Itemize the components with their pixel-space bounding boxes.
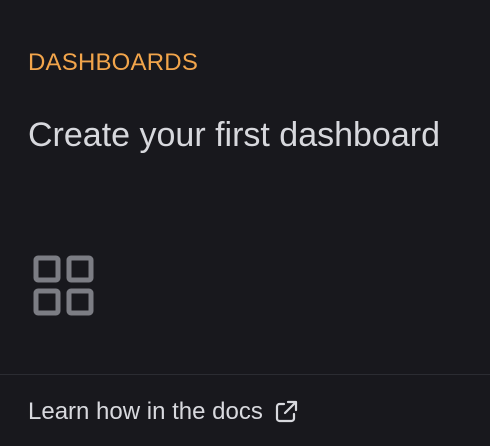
docs-link-label: Learn how in the docs	[28, 398, 263, 425]
external-link-icon	[275, 400, 297, 423]
empty-state-card: DASHBOARDS Create your first dashboard L…	[0, 0, 490, 446]
docs-link[interactable]: Learn how in the docs	[28, 397, 299, 427]
dashboard-grid-icon	[33, 255, 94, 316]
footer-divider	[0, 374, 490, 375]
section-label: DASHBOARDS	[28, 49, 199, 76]
empty-state-heading: Create your first dashboard	[28, 116, 440, 154]
